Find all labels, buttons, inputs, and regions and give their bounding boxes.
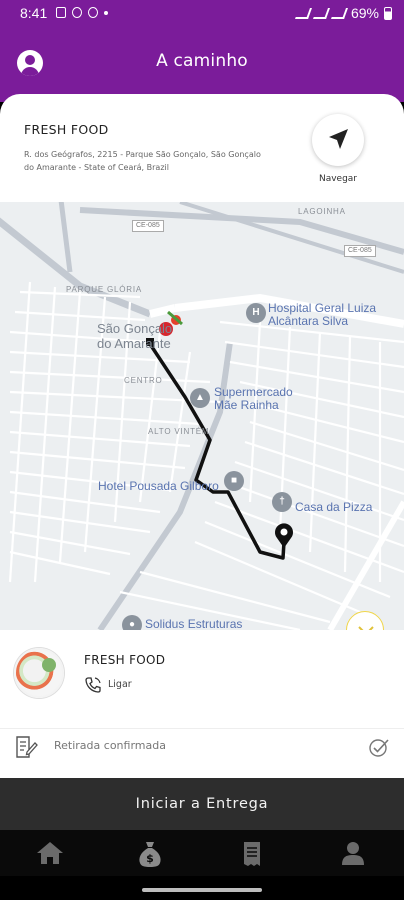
pickup-status: Retirada confirmada	[54, 739, 166, 752]
divider	[0, 728, 404, 729]
neighborhood-alto-vintem: ALTO VINTÉM	[148, 427, 210, 436]
battery-percent: 69%	[350, 5, 379, 21]
start-delivery-button[interactable]: Iniciar a Entrega	[0, 778, 404, 830]
poi-casa-da-pizza[interactable]: Casa da Pizza	[295, 501, 372, 514]
pickup-address: R. dos Geógrafos, 2215 - Parque São Gonç…	[24, 150, 261, 172]
place-icon: ●	[122, 615, 142, 630]
wifi-icon	[312, 7, 330, 19]
gallery-icon	[56, 7, 66, 18]
neighborhood-lagoinha: LAGOINHA	[298, 207, 346, 216]
poi-hotel[interactable]: Hotel Pousada Gilboro	[98, 480, 219, 493]
tab-earnings[interactable]: $	[137, 840, 167, 868]
home-indicator-bar[interactable]	[142, 888, 262, 892]
app-header: A caminho	[0, 26, 404, 102]
tab-profile[interactable]	[340, 840, 370, 868]
poi-solidus[interactable]: Solidus Estruturas	[145, 618, 242, 631]
receipt-icon	[244, 842, 260, 866]
store-name: FRESH FOOD	[84, 653, 166, 667]
hotel-icon: ■	[224, 471, 244, 491]
poi-hospital[interactable]: Hospital Geral Luiza Alcântara Silva	[268, 302, 388, 328]
person-icon	[342, 842, 364, 865]
restaurant-icon: †	[272, 492, 292, 512]
hospital-icon: H	[246, 303, 266, 323]
dot-icon	[104, 11, 108, 15]
poi-supermercado[interactable]: Supermercado Mãe Rainha	[214, 386, 314, 412]
check-circle-icon	[369, 739, 389, 757]
route-map[interactable]: CE-085 CE-085 LAGOINHA PARQUE GLÓRIA CEN…	[0, 202, 404, 630]
status-time: 8:41	[20, 5, 48, 21]
mute-icon	[294, 7, 312, 19]
home-icon	[37, 842, 63, 864]
notification-icons	[56, 7, 108, 18]
signal-icon	[330, 7, 348, 19]
neighborhood-parque-gloria: PARQUE GLÓRIA	[66, 285, 143, 294]
tab-orders[interactable]	[240, 840, 270, 868]
pickup-card: FRESH FOOD R. dos Geógrafos, 2215 - Parq…	[0, 94, 404, 202]
status-bar: 8:41 69%	[0, 0, 404, 26]
town-label: São Gonçalo do Amarante	[97, 321, 173, 351]
navigation-arrow-icon	[329, 129, 348, 149]
road-code-1: CE-085	[132, 220, 164, 232]
store-panel: FRESH FOOD Ligar Retirada confirmada	[0, 630, 404, 778]
sync-icon	[88, 7, 98, 18]
tab-home[interactable]	[36, 840, 66, 868]
home-indicator	[0, 876, 404, 900]
google-icon	[72, 7, 82, 18]
navigate-label[interactable]: Navegar	[304, 174, 372, 184]
document-edit-icon	[16, 736, 38, 758]
map-canvas	[0, 202, 404, 630]
system-icons: 69%	[294, 5, 392, 21]
svg-text:$: $	[146, 852, 154, 865]
navigate-button[interactable]	[312, 114, 364, 166]
battery-icon	[384, 6, 392, 20]
neighborhood-centro: CENTRO	[124, 376, 163, 385]
shopping-cart-icon: ▲	[190, 388, 210, 408]
call-button[interactable]: Ligar	[108, 679, 132, 690]
money-bag-icon: $	[139, 842, 161, 867]
phone-icon[interactable]	[84, 676, 102, 694]
page-title: A caminho	[156, 51, 248, 71]
store-logo	[14, 648, 64, 698]
pickup-store-name: FRESH FOOD	[24, 122, 109, 137]
road-code-2: CE-085	[344, 245, 376, 257]
bottom-tab-bar: $	[0, 830, 404, 876]
